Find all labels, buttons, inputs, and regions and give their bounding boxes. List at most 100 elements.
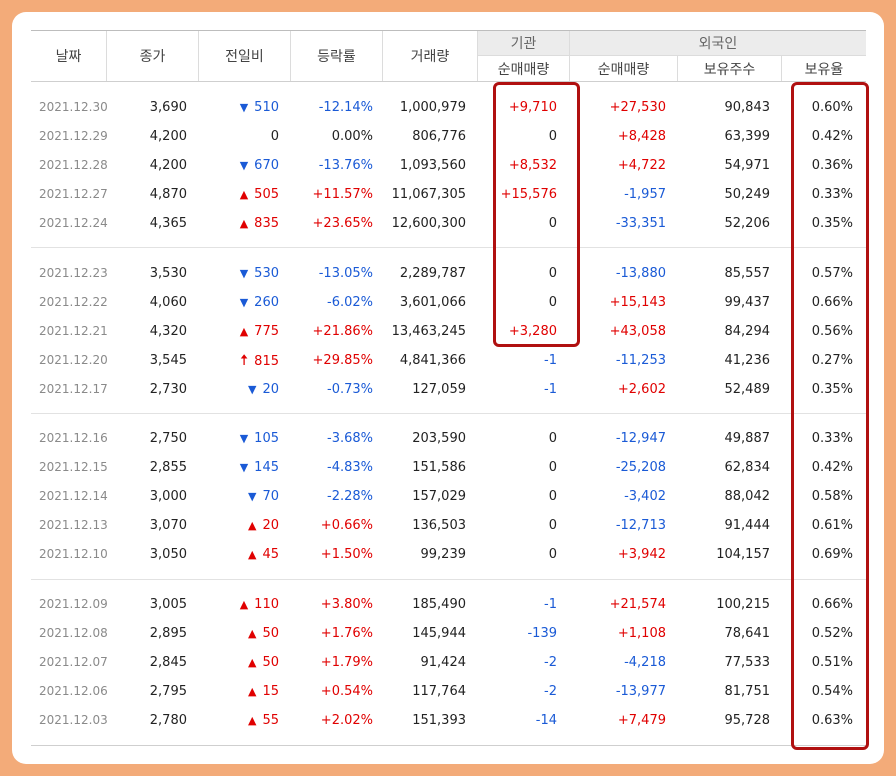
cell-rate: +1.76% (320, 626, 373, 641)
cell-volume: 127,059 (412, 382, 466, 397)
cell-change: ▲ 50 (201, 619, 279, 648)
cell-close: 4,200 (149, 158, 187, 173)
change-value: 145 (254, 460, 279, 475)
cell-foreign-holdings: 85,557 (724, 266, 771, 281)
cell-inst-net: 0 (548, 547, 557, 562)
cell-volume: 2,289,787 (399, 266, 466, 281)
up-triangle-icon: ▲ (239, 188, 249, 201)
cell-foreign-holdings: 52,206 (724, 216, 771, 231)
cell-change: ▼ 145 (201, 453, 279, 482)
cell-inst-net: -139 (527, 626, 557, 641)
cell-foreign-net: -25,208 (615, 460, 666, 475)
table-row: 2021.12.15 2,855 ▼ 145 -4.83% 151,586 0 -25,208… (31, 453, 866, 482)
cell-change: ▼ 20 (201, 375, 279, 404)
cell-foreign-holdings: 52,489 (724, 382, 771, 397)
col-header-foreign-holdings: 보유주수 (677, 55, 781, 81)
cell-inst-net: -14 (535, 713, 557, 728)
cell-rate: +3.80% (320, 597, 373, 612)
cell-rate: +1.79% (320, 655, 373, 670)
cell-volume: 3,601,066 (399, 295, 466, 310)
cell-close: 2,895 (149, 626, 187, 641)
change-value: 260 (254, 295, 279, 310)
highlight-foreign-ratio (791, 82, 869, 750)
cell-close: 4,365 (149, 216, 187, 231)
cell-foreign-holdings: 49,887 (724, 431, 771, 446)
col-header-date: 날짜 (55, 48, 82, 65)
cell-volume: 136,503 (412, 518, 466, 533)
change-value: 835 (254, 216, 279, 231)
cell-rate: -2.28% (327, 489, 373, 504)
cell-foreign-holdings: 90,843 (724, 100, 771, 115)
change-value: 15 (262, 684, 279, 699)
change-value: 50 (262, 626, 279, 641)
cell-volume: 203,590 (412, 431, 466, 446)
table-row: 2021.12.23 3,530 ▼ 530 -13.05% 2,289,787 0 -13,… (31, 259, 866, 288)
cell-change: 🠅 815 (201, 346, 279, 375)
cell-close: 2,780 (149, 713, 187, 728)
cell-volume: 151,393 (412, 713, 466, 728)
table-row: 2021.12.27 4,870 ▲ 505 +11.57% 11,067,305 +15,… (31, 180, 866, 209)
table-row: 2021.12.21 4,320 ▲ 775 +21.86% 13,463,245 +3,2… (31, 317, 866, 346)
down-triangle-icon: ▼ (239, 432, 249, 445)
change-value: 505 (254, 187, 279, 202)
down-triangle-icon: ▼ (247, 383, 257, 396)
col-header-volume: 거래량 (382, 30, 477, 81)
cell-close: 2,855 (149, 460, 187, 475)
change-value: 20 (262, 382, 279, 397)
cell-change: 0 (201, 122, 279, 151)
cell-volume: 117,764 (412, 684, 466, 699)
table-bottom-border (31, 745, 866, 746)
up-triangle-icon: ▲ (239, 217, 249, 230)
cell-foreign-holdings: 100,215 (716, 597, 770, 612)
cell-foreign-holdings: 99,437 (724, 295, 771, 310)
change-value: 510 (254, 100, 279, 115)
table-row: 2021.12.07 2,845 ▲ 50 +1.79% 91,424 -2 -4,218 77… (31, 648, 866, 677)
cell-change: ▲ 775 (201, 317, 279, 346)
col-header-inst-net: 순매매량 (477, 55, 569, 81)
up-triangle-icon: ▲ (247, 656, 257, 669)
cell-foreign-net: -13,977 (615, 684, 666, 699)
table-row: 2021.12.24 4,365 ▲ 835 +23.65% 12,600,300 0 -33… (31, 209, 866, 238)
cell-rate: -0.73% (327, 382, 373, 397)
cell-close: 4,870 (149, 187, 187, 202)
cell-change: ▲ 15 (201, 677, 279, 706)
up-triangle-icon: ▲ (239, 325, 249, 338)
cell-rate: -3.68% (327, 431, 373, 446)
cell-foreign-net: -12,713 (615, 518, 666, 533)
cell-foreign-holdings: 84,294 (724, 324, 771, 339)
cell-close: 3,050 (149, 547, 187, 562)
cell-change: ▲ 110 (201, 590, 279, 619)
cell-rate: +11.57% (312, 187, 373, 202)
cell-volume: 4,841,366 (399, 353, 466, 368)
table-header: 날짜 종가 전일비 등락률 거래량 기관 외국인 순매매량 순매매량 보유주수 … (31, 30, 866, 81)
cell-foreign-holdings: 41,236 (724, 353, 771, 368)
col-header-rate: 등락률 (290, 30, 382, 81)
cell-rate: -12.14% (318, 100, 373, 115)
up-triangle-icon: ▲ (239, 598, 249, 611)
cell-volume: 11,067,305 (391, 187, 466, 202)
cell-inst-net: -2 (544, 655, 557, 670)
change-value: 670 (254, 158, 279, 173)
col-group-institution: 기관 (477, 30, 569, 55)
cell-foreign-holdings: 91,444 (724, 518, 771, 533)
cell-rate: 0.00% (331, 129, 373, 144)
down-triangle-icon: ▼ (239, 159, 249, 172)
cell-volume: 157,029 (412, 489, 466, 504)
change-value: 775 (254, 324, 279, 339)
table-row: 2021.12.17 2,730 ▼ 20 -0.73% 127,059 -1 +2,602 5… (31, 375, 866, 404)
cell-close: 3,530 (149, 266, 187, 281)
cell-close: 2,730 (149, 382, 187, 397)
cell-volume: 99,239 (420, 547, 467, 562)
change-value: 110 (254, 597, 279, 612)
group-separator (31, 413, 866, 414)
cell-close: 2,795 (149, 684, 187, 699)
cell-rate: -6.02% (327, 295, 373, 310)
cell-volume: 1,000,979 (399, 100, 466, 115)
cell-volume: 12,600,300 (391, 216, 466, 231)
cell-rate: -4.83% (327, 460, 373, 475)
cell-rate: +21.86% (312, 324, 373, 339)
cell-foreign-holdings: 81,751 (724, 684, 771, 699)
down-triangle-icon: ▼ (239, 296, 249, 309)
cell-close: 3,005 (149, 597, 187, 612)
cell-rate: +29.85% (312, 353, 373, 368)
